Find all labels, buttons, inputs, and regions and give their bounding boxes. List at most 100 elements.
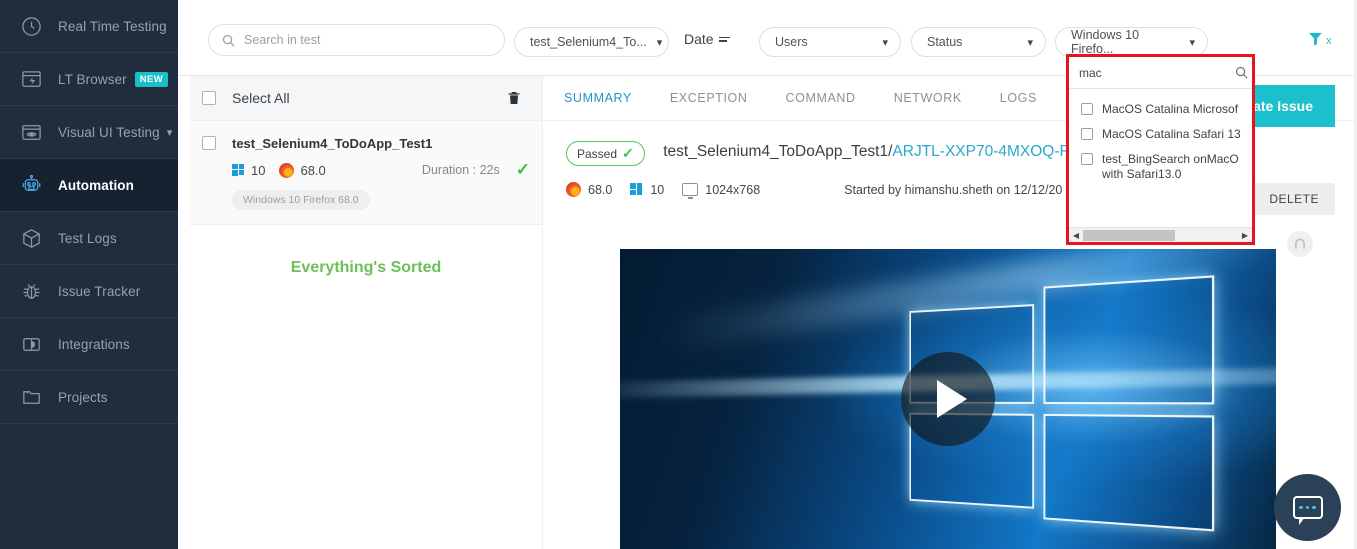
check-icon: ✓ (515, 160, 530, 179)
sidebar-item-label: Integrations (58, 336, 130, 352)
test-item-os-version: 10 (251, 162, 266, 178)
dropdown-option[interactable]: test_BingSearch onMacO with Safari13.0 (1069, 147, 1252, 187)
app-root: Real Time Testing LT Browser NEW Visual … (0, 0, 1357, 549)
clear-filter-x-label: x (1326, 35, 1332, 47)
detail-title: test_Selenium4_ToDoApp_Test1/ARJTL-XXP70… (663, 143, 1104, 161)
sort-lines-icon (718, 36, 730, 42)
test-item-name: test_Selenium4_ToDoApp_Test1 (232, 136, 433, 151)
detail-started-by: Started by himanshu.sheth on 12/12/20 (844, 182, 1063, 197)
dropdown-search-row[interactable] (1069, 57, 1252, 89)
sidebar-item-label: Real Time Testing (58, 18, 167, 34)
status-filter-dropdown[interactable]: Status ▾ (911, 27, 1046, 57)
sidebar-item-issue-tracker[interactable]: Issue Tracker (0, 265, 178, 318)
dropdown-option[interactable]: MacOS Catalina Safari 13 (1069, 122, 1252, 147)
box-icon (14, 223, 48, 253)
os-browser-filter-value: Windows 10 Firefo... (1071, 28, 1140, 56)
browser-bolt-icon (14, 64, 48, 94)
trash-icon[interactable] (506, 89, 522, 107)
test-list-item[interactable]: test_Selenium4_ToDoApp_Test1 10 68.0 Dur… (190, 121, 542, 225)
browser-segment: 68.0 (566, 182, 630, 197)
funnel-icon (1307, 30, 1324, 52)
test-item-body: test_Selenium4_ToDoApp_Test1 10 68.0 Dur… (232, 136, 530, 210)
sidebar-item-integrations[interactable]: Integrations (0, 318, 178, 371)
sidebar-item-label: Test Logs (58, 230, 117, 246)
test-item-checkbox[interactable] (202, 136, 216, 150)
test-item-os-chip: Windows 10 Firefox 68.0 (232, 190, 370, 210)
windows-icon (232, 163, 245, 177)
test-filter-dropdown[interactable]: test_Selenium4_To... ▾ (514, 27, 669, 57)
download-icon[interactable] (1287, 231, 1313, 257)
everything-sorted-message: Everything's Sorted (290, 259, 442, 276)
option-checkbox[interactable] (1081, 128, 1093, 140)
sidebar-item-projects[interactable]: Projects (0, 371, 178, 424)
robot-icon (14, 170, 48, 200)
firefox-icon (566, 182, 581, 197)
date-filter-label: Date (684, 31, 714, 47)
scroll-right-arrow-icon[interactable]: ▶ (1238, 231, 1252, 240)
detail-test-name: test_Selenium4_ToDoApp_Test1/ (663, 142, 893, 160)
tab-command[interactable]: COMMAND (786, 91, 856, 105)
sidebar-item-label: Automation (58, 177, 134, 193)
status-filter-value: Status (927, 35, 963, 49)
sidebar-item-visual-ui-testing[interactable]: Visual UI Testing ▾ (0, 106, 178, 159)
test-item-meta: 10 68.0 Duration : 22s ✓ (232, 160, 530, 180)
option-checkbox[interactable] (1081, 153, 1093, 165)
chevron-down-icon: ▾ (1027, 36, 1033, 49)
tab-logs[interactable]: LOGS (1000, 91, 1037, 105)
sidebar-item-label: Issue Tracker (58, 283, 141, 299)
detail-resolution: 1024x768 (705, 182, 761, 197)
sidebar-item-test-logs[interactable]: Test Logs (0, 212, 178, 265)
users-filter-dropdown[interactable]: Users ▾ (759, 27, 901, 57)
scroll-left-arrow-icon[interactable]: ◀ (1069, 231, 1083, 240)
delete-button[interactable]: DELETE (1253, 183, 1335, 215)
search-icon[interactable] (1234, 65, 1249, 80)
option-checkbox[interactable] (1081, 103, 1093, 115)
folder-icon (14, 382, 48, 412)
tab-network[interactable]: NETWORK (894, 91, 962, 105)
sidebar-item-label: LT Browser (58, 71, 127, 87)
sidebar-item-label: Projects (58, 389, 108, 405)
bug-icon (14, 276, 48, 306)
firefox-icon (279, 162, 295, 178)
option-label: MacOS Catalina Safari 13 (1102, 127, 1241, 141)
search-in-test-field[interactable] (208, 24, 505, 56)
users-filter-value: Users (775, 35, 808, 49)
chevron-down-icon: ▾ (882, 36, 888, 49)
dropdown-horizontal-scrollbar[interactable]: ◀ ▶ (1069, 227, 1252, 242)
date-sort-control[interactable]: Date (684, 31, 730, 47)
scrollbar-track[interactable] (1083, 229, 1238, 242)
sidebar-item-label: Visual UI Testing (58, 124, 160, 140)
monitor-icon (682, 183, 699, 199)
search-icon (221, 33, 236, 48)
chevron-down-icon: ▾ (166, 126, 173, 139)
select-all-checkbox[interactable] (202, 91, 216, 105)
chat-bubble-icon (1292, 496, 1323, 525)
select-all-label: Select All (232, 90, 290, 106)
dropdown-option-list: MacOS Catalina Microsof MacOS Catalina S… (1069, 89, 1252, 187)
integrations-icon (14, 329, 48, 359)
dropdown-option[interactable]: MacOS Catalina Microsof (1069, 97, 1252, 122)
option-label: test_BingSearch onMacO with Safari13.0 (1102, 152, 1239, 181)
search-input[interactable] (244, 33, 484, 47)
sidebar-item-lt-browser[interactable]: LT Browser NEW (0, 53, 178, 106)
tab-exception[interactable]: EXCEPTION (670, 91, 748, 105)
chat-support-button[interactable] (1274, 474, 1341, 541)
new-badge: NEW (134, 71, 169, 87)
detail-os-version: 10 (650, 182, 665, 197)
check-icon: ✓ (622, 145, 634, 161)
play-icon[interactable] (901, 352, 995, 446)
test-filter-value: test_Selenium4_To... (530, 35, 647, 49)
select-all-row: Select All (190, 76, 542, 121)
scrollbar-thumb[interactable] (1083, 229, 1175, 241)
sidebar-item-automation[interactable]: Automation (0, 159, 178, 212)
test-video-player[interactable] (620, 249, 1276, 549)
dropdown-search-input[interactable] (1079, 65, 1234, 80)
chevron-down-icon: ▾ (1189, 36, 1195, 49)
chevron-down-icon: ▾ (656, 36, 663, 49)
clear-filters-button[interactable]: x (1307, 30, 1332, 52)
os-browser-filter-dropdown[interactable]: Windows 10 Firefo... ▾ (1055, 27, 1208, 57)
tab-summary[interactable]: SUMMARY (564, 91, 632, 105)
resolution-segment: 1024x768 (682, 182, 778, 199)
test-item-duration: Duration : 22s (421, 163, 500, 177)
sidebar-item-real-time-testing[interactable]: Real Time Testing (0, 0, 178, 53)
